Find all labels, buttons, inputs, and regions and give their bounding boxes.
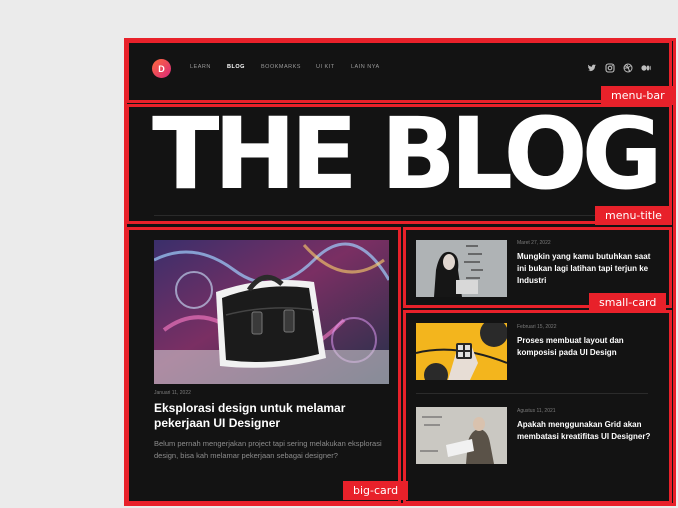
list-item-title[interactable]: Proses membuat layout dan komposisi pada…	[517, 335, 652, 359]
menu-title-tag: menu-title	[595, 206, 672, 225]
small-card-image[interactable]	[416, 240, 507, 297]
list-item-date: Februari 15, 2022	[517, 324, 557, 330]
nav-ui-kit[interactable]: UI KIT	[316, 64, 335, 74]
list-item-title[interactable]: Apakah menggunakan Grid akan membatasi k…	[517, 419, 652, 443]
nav-lain-nya[interactable]: LAIN NYA	[351, 64, 380, 74]
dribbble-icon[interactable]	[623, 63, 633, 73]
divider	[154, 215, 648, 216]
small-card-date: Maret 27, 2022	[517, 240, 551, 246]
big-card-tag: big-card	[343, 481, 409, 500]
logo-avatar[interactable]: D	[152, 59, 171, 78]
big-card-image[interactable]	[154, 240, 389, 384]
twitter-icon[interactable]	[587, 63, 597, 73]
page-title: THE BLOG	[152, 97, 663, 212]
nav-bookmarks[interactable]: BOOKMARKS	[261, 64, 301, 74]
list-item-image[interactable]	[416, 407, 507, 464]
big-card-date: Januari 11, 2022	[154, 390, 191, 396]
small-card-title[interactable]: Mungkin yang kamu butuhkan saat ini buka…	[517, 251, 652, 287]
big-card-description: Belum pernah mengerjakan project tapi se…	[154, 439, 382, 460]
list-item-date: Agustus 11, 2021	[517, 408, 556, 414]
list-item-image[interactable]	[416, 323, 507, 380]
logo-letter: D	[158, 63, 165, 74]
list-divider	[416, 393, 648, 394]
medium-icon[interactable]	[641, 63, 651, 73]
nav-learn[interactable]: LEARN	[190, 64, 211, 74]
nav-blog[interactable]: BLOG	[227, 64, 245, 74]
big-card-title[interactable]: Eksplorasi design untuk melamar pekerjaa…	[154, 401, 389, 431]
instagram-icon[interactable]	[605, 63, 615, 73]
